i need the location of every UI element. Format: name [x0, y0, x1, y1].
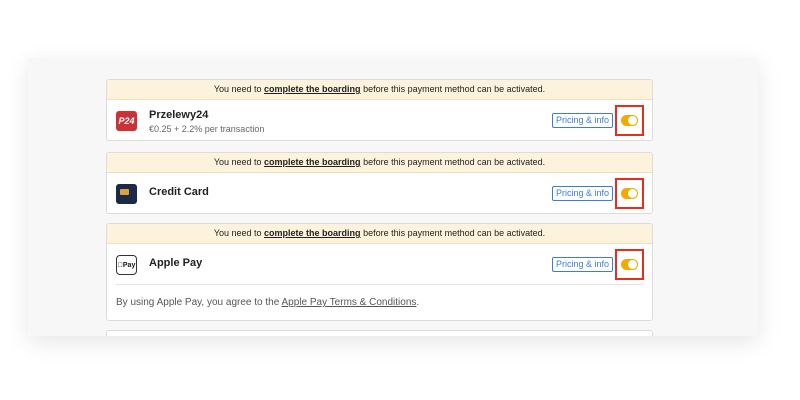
payment-method-name: Przelewy24 [149, 109, 209, 121]
terms-prefix: By using Apple Pay, you agree to the [116, 297, 280, 308]
credit-card-icon [116, 184, 137, 204]
notice-text-suffix: before this payment method can be activa… [363, 228, 546, 238]
pricing-info-button[interactable]: Pricing & info [551, 113, 613, 128]
payment-method-card-apple-pay: You need to complete the boarding before… [106, 223, 653, 321]
boarding-notice: You need to complete the boarding before… [107, 80, 652, 100]
terms-suffix: . [416, 297, 420, 308]
toggle-knob [628, 260, 637, 269]
boarding-notice: You need to complete the boarding before… [107, 224, 652, 244]
payment-method-row: Credit Card Pricing & info [107, 173, 652, 213]
toggle-knob [628, 189, 637, 198]
toggle-knob [628, 116, 637, 125]
pricing-info-button[interactable]: Pricing & info [551, 257, 613, 272]
apple-pay-logo-text: Pay [120, 261, 135, 269]
toggle-highlight [615, 249, 644, 280]
notice-text-prefix: You need to [213, 228, 262, 238]
payment-method-row: P24 Przelewy24 €0.25 + 2.2% per transact… [107, 100, 652, 140]
przelewy24-logo-icon: P24 [116, 111, 137, 131]
next-payment-method-card [106, 330, 653, 336]
payment-method-name: Apple Pay [149, 257, 203, 269]
pricing-info-button[interactable]: Pricing & info [551, 186, 613, 201]
payment-methods-panel: You need to complete the boarding before… [28, 58, 758, 336]
payment-method-card-credit-card: You need to complete the boarding before… [106, 152, 653, 214]
payment-method-name: Credit Card [149, 186, 209, 198]
card-chip-icon [120, 189, 129, 195]
enable-toggle[interactable] [621, 115, 638, 126]
toggle-highlight [615, 178, 644, 209]
apple-pay-logo-icon: Pay [116, 255, 137, 275]
payment-method-row: Pay Apple Pay Pricing & info [107, 244, 652, 284]
notice-text-suffix: before this payment method can be activa… [363, 157, 546, 167]
enable-toggle[interactable] [621, 188, 638, 199]
apple-pay-terms-link[interactable]: Apple Pay Terms & Conditions [282, 297, 417, 308]
complete-boarding-link[interactable]: complete the boarding [264, 84, 361, 94]
complete-boarding-link[interactable]: complete the boarding [264, 157, 361, 167]
payment-method-card-przelewy24: You need to complete the boarding before… [106, 79, 653, 141]
payment-method-fee: €0.25 + 2.2% per transaction [149, 124, 265, 134]
notice-text-suffix: before this payment method can be activa… [363, 84, 546, 94]
toggle-highlight [615, 105, 644, 136]
notice-text-prefix: You need to [213, 84, 262, 94]
boarding-notice: You need to complete the boarding before… [107, 153, 652, 173]
notice-text-prefix: You need to [213, 157, 262, 167]
apple-pay-terms-text: By using Apple Pay, you agree to the App… [116, 284, 643, 320]
enable-toggle[interactable] [621, 259, 638, 270]
complete-boarding-link[interactable]: complete the boarding [264, 228, 361, 238]
